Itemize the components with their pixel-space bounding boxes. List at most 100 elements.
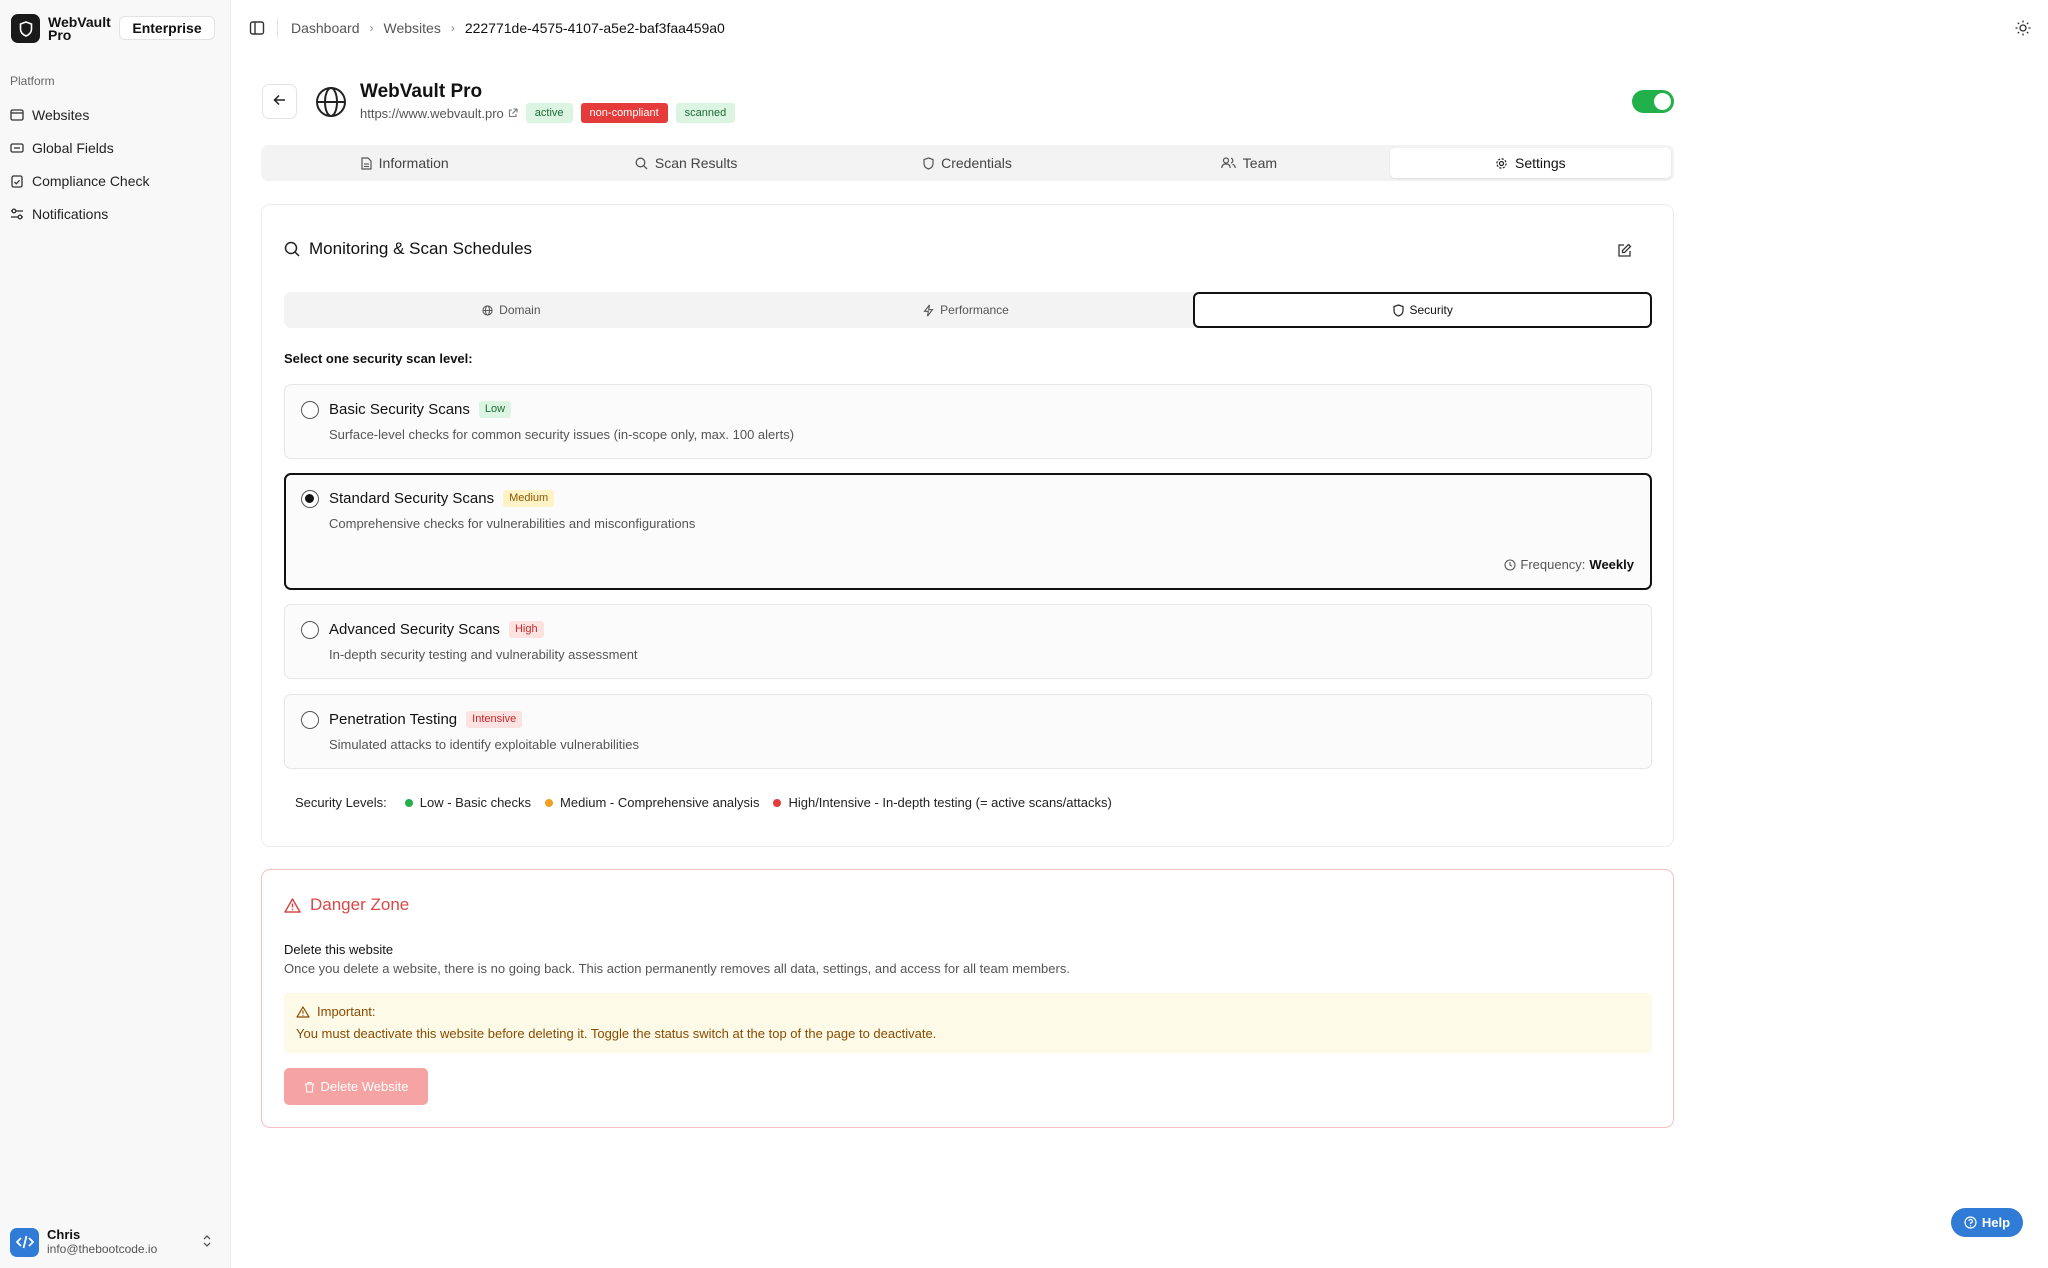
- sidebar-item-label: Compliance Check: [32, 172, 150, 189]
- delete-website-button[interactable]: Delete Website: [284, 1068, 428, 1105]
- level-badge: High: [508, 621, 544, 638]
- tab-label: Information: [378, 155, 449, 171]
- topbar: Dashboard › Websites › 222771de-4575-410…: [231, 0, 2048, 56]
- danger-zone-title: Danger Zone: [284, 895, 409, 915]
- sidebar-item-global-fields[interactable]: Global Fields: [10, 131, 220, 164]
- sidebar: WebVault Pro Enterprise Platform Website…: [0, 0, 231, 1268]
- legend-text: Medium - Comprehensive analysis: [560, 795, 760, 810]
- option-title-text: Basic Security Scans: [329, 401, 470, 418]
- arrow-left-icon: [273, 94, 286, 109]
- status-badge-scanned: scanned: [675, 103, 736, 123]
- tab-team[interactable]: Team: [1108, 148, 1389, 178]
- search-icon: [635, 157, 648, 170]
- sidebar-item-websites[interactable]: Websites: [10, 98, 220, 131]
- legend-label: Security Levels:: [295, 795, 387, 810]
- breadcrumb-dashboard[interactable]: Dashboard: [291, 20, 360, 36]
- tab-security[interactable]: Security: [1193, 292, 1653, 328]
- delete-button-label: Delete Website: [320, 1079, 409, 1094]
- sun-icon[interactable]: [2015, 20, 2031, 36]
- brand[interactable]: WebVault Pro: [11, 14, 111, 43]
- toggle-knob: [1654, 93, 1671, 110]
- globe-icon: [314, 85, 348, 119]
- tab-settings[interactable]: Settings: [1389, 148, 1672, 178]
- radio-button[interactable]: [301, 711, 319, 729]
- breadcrumb-current: 222771de-4575-4107-a5e2-baf3faa459a0: [464, 20, 725, 36]
- bell-settings-icon: [10, 207, 24, 221]
- scan-option-advanced[interactable]: Advanced Security Scans High In-depth se…: [284, 604, 1652, 679]
- warning-icon: [284, 897, 301, 913]
- site-url[interactable]: https://www.webvault.pro: [360, 106, 504, 121]
- sidebar-item-label: Websites: [32, 106, 90, 123]
- legend-item-low: Low - Basic checks: [404, 795, 532, 810]
- help-label: Help: [1981, 1215, 2011, 1230]
- help-button[interactable]: Help: [1951, 1208, 2023, 1237]
- danger-title-text: Danger Zone: [310, 895, 410, 914]
- subtab-label: Security: [1409, 303, 1453, 317]
- danger-zone-card: Danger Zone Delete this website Once you…: [261, 869, 1674, 1128]
- legend-dot: [773, 798, 782, 807]
- scan-option-penetration[interactable]: Penetration Testing Intensive Simulated …: [284, 694, 1652, 769]
- shield-icon: [923, 156, 934, 170]
- tab-credentials[interactable]: Credentials: [827, 148, 1108, 178]
- trash-icon: [304, 1081, 315, 1093]
- legend-item-high: High/Intensive - In-depth testing (= act…: [773, 795, 1112, 810]
- option-description: Comprehensive checks for vulnerabilities…: [329, 516, 696, 531]
- sidebar-item-label: Notifications: [32, 205, 109, 222]
- radio-button[interactable]: [301, 401, 319, 419]
- external-link-icon[interactable]: [508, 106, 518, 121]
- gear-icon: [1495, 157, 1508, 170]
- legend-text: Low - Basic checks: [419, 795, 532, 810]
- frequency-value: Weekly: [1589, 557, 1634, 572]
- scan-option-standard[interactable]: Standard Security Scans Medium Comprehen…: [284, 473, 1652, 590]
- tab-label: Settings: [1515, 155, 1566, 171]
- question-circle-icon: [1964, 1216, 1977, 1229]
- option-title: Standard Security Scans Medium: [329, 490, 555, 507]
- back-button[interactable]: [262, 84, 297, 119]
- tenant-badge[interactable]: Enterprise: [119, 16, 215, 40]
- sidebar-item-label: Global Fields: [32, 139, 114, 156]
- browser-icon: [10, 108, 24, 122]
- document-icon: [361, 156, 372, 170]
- user-email: info@thebootcode.io: [47, 1242, 158, 1256]
- status-toggle[interactable]: [1632, 90, 1674, 113]
- frequency-label: Frequency:: [1520, 557, 1586, 572]
- sidebar-item-notifications[interactable]: Notifications: [10, 197, 220, 230]
- subtab-label: Domain: [499, 303, 541, 317]
- sidebar-item-compliance-check[interactable]: Compliance Check: [10, 164, 220, 197]
- subtab-label: Performance: [940, 303, 1009, 317]
- clock-icon: [1504, 558, 1516, 571]
- level-badge: Intensive: [466, 711, 523, 728]
- radio-button[interactable]: [301, 490, 319, 508]
- important-notice: Important: You must deactivate this webs…: [284, 993, 1652, 1053]
- legend-dot: [404, 798, 413, 807]
- bolt-icon: [923, 304, 934, 317]
- chevron-right-icon: ›: [450, 21, 455, 35]
- fields-icon: [10, 141, 24, 155]
- tab-scan-results[interactable]: Scan Results: [545, 148, 826, 178]
- divider: [277, 18, 278, 38]
- option-description: Surface-level checks for common security…: [329, 427, 795, 442]
- globe-icon: [482, 304, 493, 316]
- option-title: Penetration Testing Intensive: [329, 711, 523, 728]
- shield-logo-icon: [11, 14, 40, 43]
- sidebar-nav: Websites Global Fields Compliance Check …: [10, 98, 220, 230]
- tab-information[interactable]: Information: [264, 148, 545, 178]
- user-menu[interactable]: Chris info@thebootcode.io: [10, 1227, 220, 1257]
- security-levels-legend: Security Levels: Low - Basic checks Medi…: [295, 795, 1126, 810]
- tab-domain[interactable]: Domain: [284, 292, 739, 328]
- status-badge-active: active: [525, 103, 573, 123]
- edit-icon[interactable]: [1617, 243, 1633, 259]
- important-title: Important:: [296, 1004, 376, 1019]
- chevron-right-icon: ›: [369, 21, 374, 35]
- shield-icon: [1392, 303, 1404, 317]
- breadcrumb-websites[interactable]: Websites: [384, 20, 441, 36]
- warning-icon: [296, 1005, 310, 1018]
- option-description: Simulated attacks to identify exploitabl…: [329, 737, 640, 752]
- scan-option-basic[interactable]: Basic Security Scans Low Surface-level c…: [284, 384, 1652, 459]
- delete-title: Delete this website: [284, 942, 394, 957]
- tab-performance[interactable]: Performance: [739, 292, 1194, 328]
- tab-label: Scan Results: [654, 155, 738, 171]
- radio-button[interactable]: [301, 621, 319, 639]
- sidebar-toggle-icon[interactable]: [249, 20, 265, 36]
- legend-item-medium: Medium - Comprehensive analysis: [545, 795, 759, 810]
